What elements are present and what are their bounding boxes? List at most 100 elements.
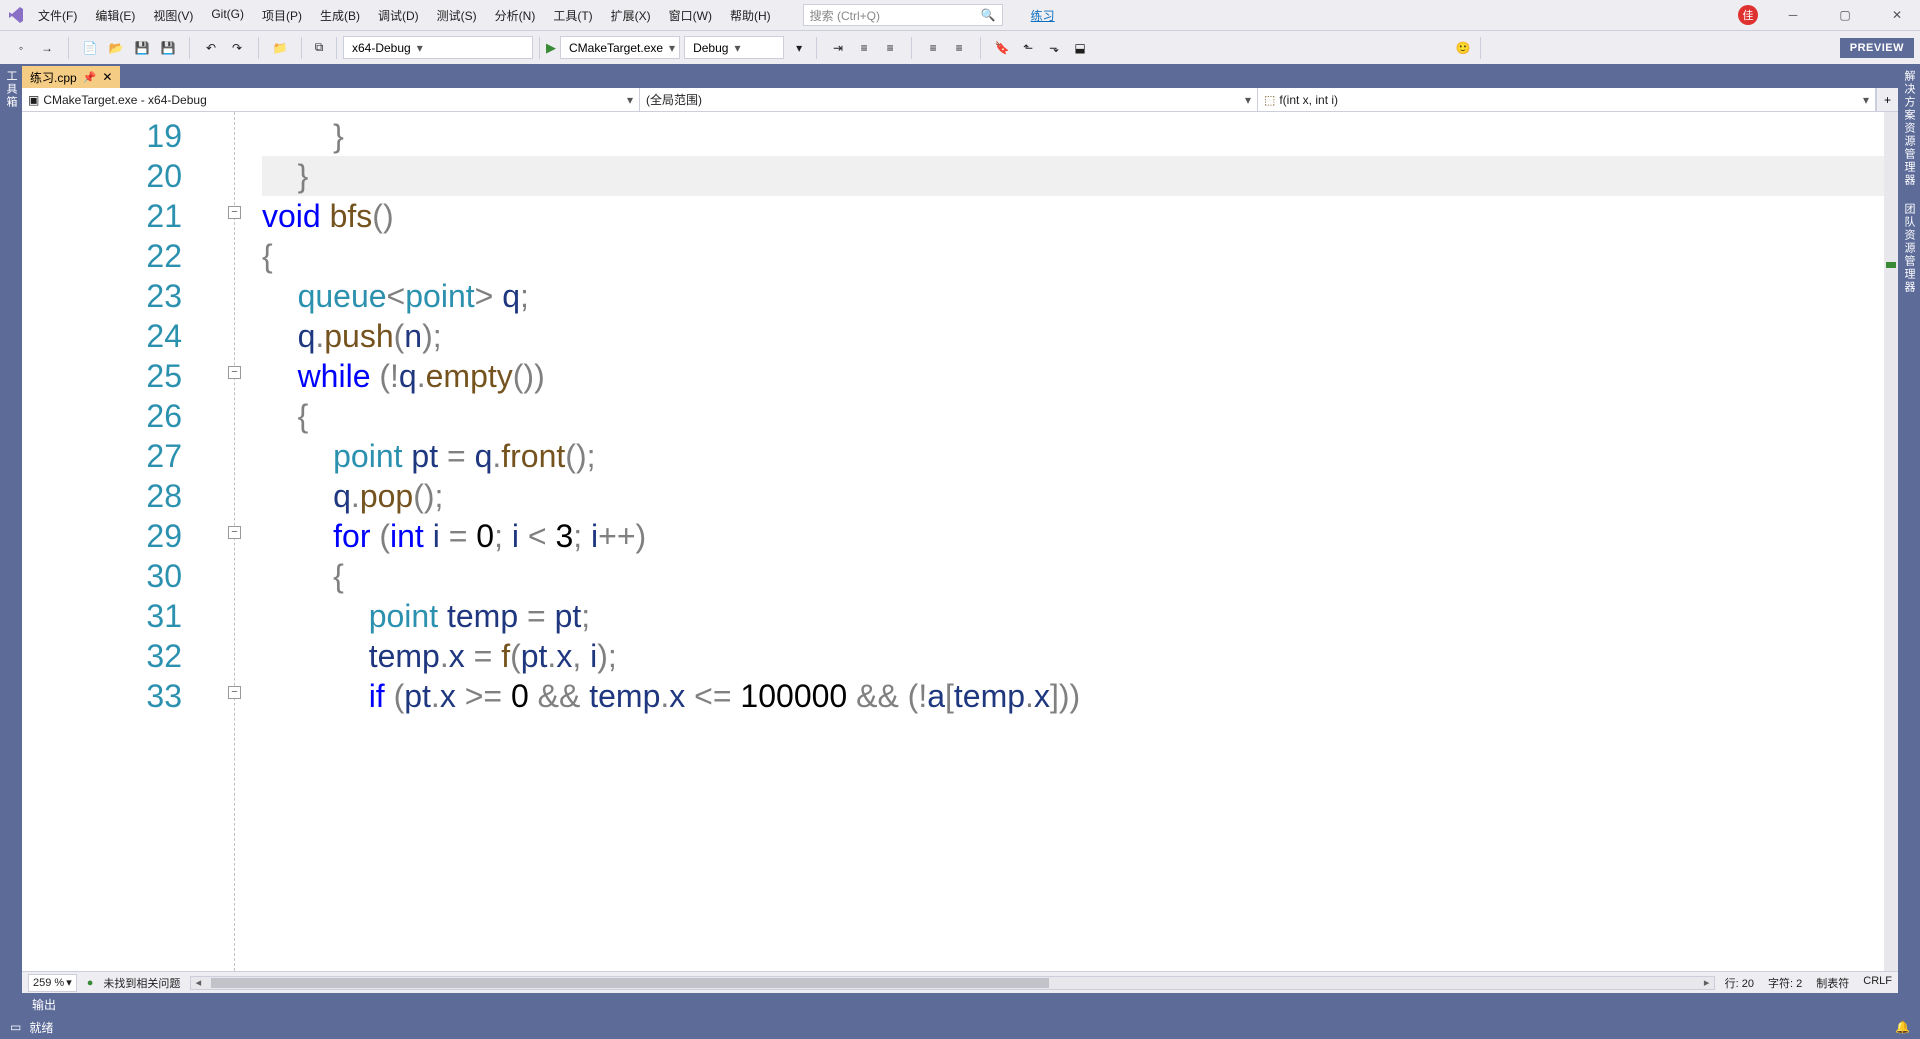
run-icon[interactable]: ▶	[546, 40, 556, 56]
editor-info-bar: 259 % ▾ ● 未找到相关问题 ◂ ▸ 行: 20 字符: 2 制表符 CR…	[22, 971, 1898, 993]
eol-indicator[interactable]: CRLF	[1863, 975, 1892, 991]
config-value: x64-Debug	[352, 41, 411, 55]
tab-close-icon[interactable]: ✕	[102, 70, 112, 84]
undo-icon[interactable]: ↶	[200, 37, 222, 59]
bookmark-next-icon[interactable]: ⬎	[1043, 37, 1065, 59]
menu-item[interactable]: 窗口(W)	[661, 3, 720, 28]
nav-back-icon[interactable]: ◦	[10, 37, 32, 59]
nav-bar: ▣ CMakeTarget.exe - x64-Debug ▾ (全局范围) ▾…	[22, 88, 1898, 112]
editor-column: 练习.cpp 📌 ✕ ▣ CMakeTarget.exe - x64-Debug…	[22, 64, 1898, 1015]
search-icon: 🔍	[981, 8, 996, 22]
menu-item[interactable]: 分析(N)	[487, 3, 544, 28]
save-all-icon[interactable]: 💾	[157, 37, 179, 59]
new-item-icon[interactable]: 📄	[79, 37, 101, 59]
chevron-down-icon: ▾	[417, 41, 423, 55]
close-button[interactable]: ✕	[1880, 4, 1914, 26]
fold-toggle[interactable]: −	[228, 206, 241, 219]
chevron-down-icon: ▾	[627, 93, 633, 107]
side-panel-tab[interactable]: 解决方案资源管理器	[1898, 64, 1920, 193]
code-editor[interactable]: 192021222324252627282930313233 − − − − } }v…	[22, 112, 1898, 971]
fold-toggle[interactable]: −	[228, 526, 241, 539]
step-icon[interactable]: ⇥	[827, 37, 849, 59]
nav-scope-combo[interactable]: (全局范围) ▾	[640, 88, 1258, 111]
user-avatar[interactable]: 佳	[1738, 5, 1758, 25]
config-dropdown[interactable]: x64-Debug ▾	[343, 36, 533, 59]
target-dropdown[interactable]: CMakeTarget.exe ▾	[560, 36, 680, 59]
file-tab-label: 练习.cpp	[30, 69, 77, 86]
output-panel-header[interactable]: 输出	[22, 993, 1898, 1015]
menu-item[interactable]: 扩展(X)	[603, 3, 659, 28]
scroll-left-icon[interactable]: ◂	[191, 976, 205, 989]
redo-icon[interactable]: ↷	[226, 37, 248, 59]
scroll-right-icon[interactable]: ▸	[1700, 976, 1714, 989]
overview-ruler[interactable]	[1884, 112, 1898, 971]
bookmark-prev-icon[interactable]: ⬑	[1017, 37, 1039, 59]
chevron-down-icon: ▾	[1245, 93, 1251, 107]
folder-icon[interactable]: 📁	[269, 37, 291, 59]
line-indicator[interactable]: 行: 20	[1725, 975, 1754, 991]
chevron-down-icon: ▾	[734, 41, 740, 55]
chevron-down-icon: ▾	[1863, 93, 1869, 107]
status-ready: 就绪	[29, 1019, 53, 1036]
cube-icon: ⬚	[1264, 93, 1275, 107]
menu-item[interactable]: 工具(T)	[545, 3, 600, 28]
feedback-icon[interactable]: 🙂	[1452, 37, 1474, 59]
notifications-icon[interactable]: 🔔	[1895, 1020, 1910, 1034]
bookmark-icon[interactable]: 🔖	[991, 37, 1013, 59]
nav-member-combo[interactable]: ⬚ f(int x, int i) ▾	[1258, 88, 1876, 111]
scrollbar-thumb[interactable]	[211, 978, 1048, 988]
comment-icon[interactable]: ≡	[922, 37, 944, 59]
main-area: 工具箱 练习.cpp 📌 ✕ ▣ CMakeTarget.exe - x64-D…	[0, 64, 1920, 1015]
issues-text[interactable]: 未找到相关问题	[103, 975, 180, 991]
fold-toggle[interactable]: −	[228, 366, 241, 379]
window-icon[interactable]: ▭	[10, 1020, 21, 1034]
nav-project-value: CMakeTarget.exe - x64-Debug	[43, 93, 206, 107]
menu-item[interactable]: 测试(S)	[429, 3, 485, 28]
fold-column: − − − −	[222, 112, 262, 971]
menu-item[interactable]: 项目(P)	[254, 3, 310, 28]
project-icon: ▣	[28, 93, 39, 107]
menu-item[interactable]: 文件(F)	[30, 3, 85, 28]
outdent-icon[interactable]: ≡	[879, 37, 901, 59]
menu-item[interactable]: Git(G)	[203, 3, 252, 28]
indent-icon[interactable]: ≡	[853, 37, 875, 59]
tabs-indicator[interactable]: 制表符	[1816, 975, 1849, 991]
maximize-button[interactable]: ▢	[1828, 4, 1862, 26]
fold-toggle[interactable]: −	[228, 686, 241, 699]
search-box[interactable]: 搜索 (Ctrl+Q) 🔍	[803, 4, 1003, 26]
nav-fwd-icon[interactable]: →	[36, 37, 58, 59]
menu-item[interactable]: 调试(D)	[370, 3, 427, 28]
dropdown-more-icon[interactable]: ▾	[788, 37, 810, 59]
practice-link[interactable]: 练习	[1031, 7, 1055, 24]
pin-icon[interactable]: 📌	[83, 71, 97, 84]
zoom-control[interactable]: 259 % ▾	[28, 974, 77, 992]
status-bar: ▭ 就绪 🔔	[0, 1015, 1920, 1039]
window-icon[interactable]: ⧉	[308, 37, 330, 59]
side-panel-tab[interactable]: 团队资源管理器	[1898, 197, 1920, 300]
menu-item[interactable]: 视图(V)	[145, 3, 201, 28]
file-tab-active[interactable]: 练习.cpp 📌 ✕	[22, 66, 120, 88]
output-label: 输出	[32, 996, 56, 1013]
save-icon[interactable]: 💾	[131, 37, 153, 59]
chevron-down-icon: ▾	[669, 41, 675, 55]
horizontal-scrollbar[interactable]: ◂ ▸	[190, 976, 1714, 990]
open-icon[interactable]: 📂	[105, 37, 127, 59]
nav-project-combo[interactable]: ▣ CMakeTarget.exe - x64-Debug ▾	[22, 88, 640, 111]
char-indicator[interactable]: 字符: 2	[1768, 975, 1802, 991]
zoom-value: 259 %	[33, 977, 64, 989]
menu-item[interactable]: 编辑(E)	[87, 3, 143, 28]
line-gutter: 192021222324252627282930313233	[22, 112, 222, 971]
preview-button[interactable]: PREVIEW	[1840, 38, 1914, 58]
menu-item[interactable]: 生成(B)	[312, 3, 368, 28]
nav-scope-value: (全局范围)	[646, 91, 702, 108]
toolbox-tab[interactable]: 工具箱	[0, 64, 22, 1015]
menu-item[interactable]: 帮助(H)	[722, 3, 779, 28]
nav-add-button[interactable]: +	[1876, 88, 1898, 111]
titlebar-controls: 佳 ─ ▢ ✕	[1738, 4, 1914, 26]
nav-member-value: f(int x, int i)	[1279, 93, 1338, 107]
debugmode-dropdown[interactable]: Debug ▾	[684, 36, 784, 59]
bookmark-clear-icon[interactable]: ⬓	[1069, 37, 1091, 59]
uncomment-icon[interactable]: ≡	[948, 37, 970, 59]
code-area[interactable]: } }void bfs(){ queue<point> q; q.push(n)…	[262, 112, 1884, 971]
minimize-button[interactable]: ─	[1776, 4, 1810, 26]
